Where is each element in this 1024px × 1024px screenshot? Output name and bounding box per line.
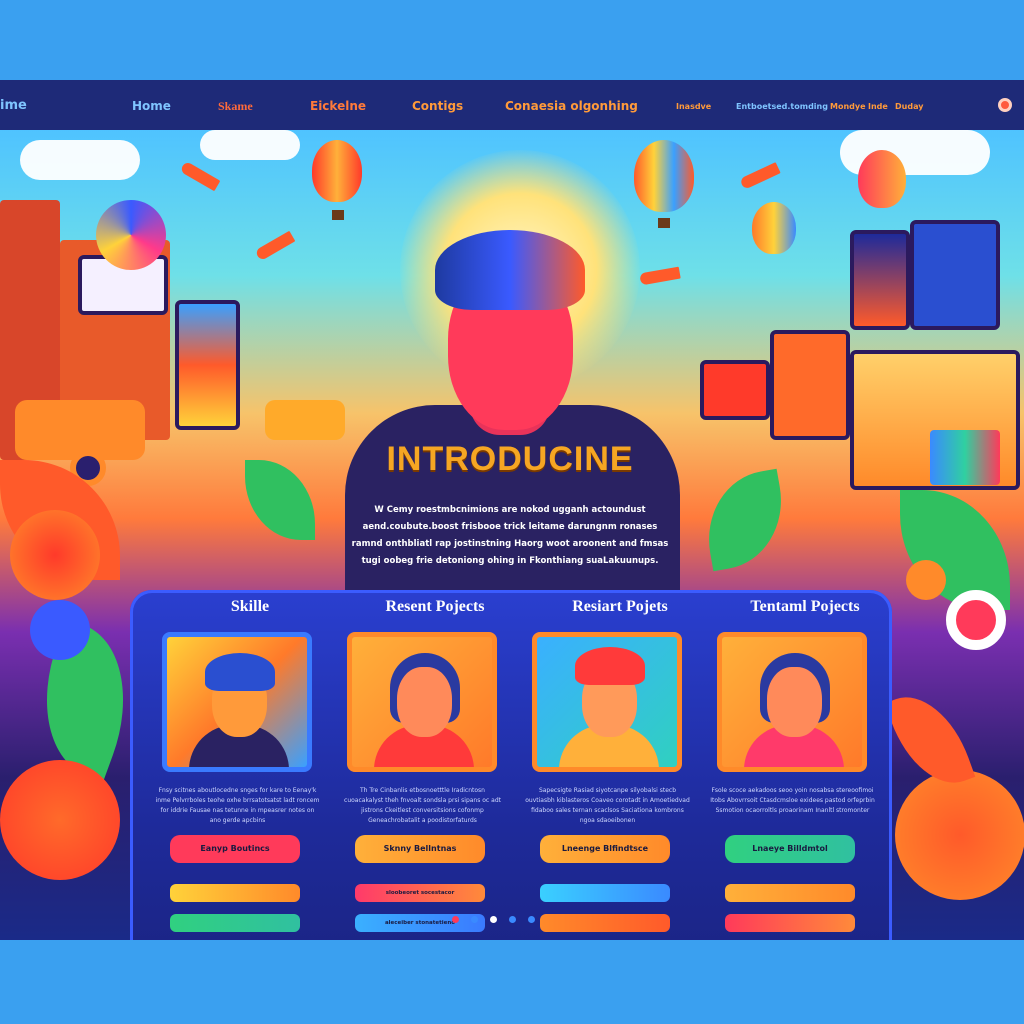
nav-home-link[interactable]: Home [132, 99, 171, 113]
nav-small-link-1[interactable]: Inasdve [676, 102, 711, 111]
page-frame: ime Home Skame Eickelne Contigs Conaesia… [0, 80, 1024, 940]
balloon-icon [858, 150, 906, 208]
gear-icon [906, 560, 946, 600]
cloud-decoration [200, 130, 300, 160]
card-description: Sapecsigte Rasiad siyotcanpe silyobalsi … [525, 787, 690, 824]
orb-decoration [895, 770, 1024, 900]
card-secondary-button[interactable] [170, 884, 300, 902]
user-avatar-icon[interactable] [998, 98, 1012, 112]
card-tertiary-button[interactable] [170, 914, 300, 932]
balloon-basket [658, 218, 670, 228]
card-column-tentaml-projects: Tentaml Pojects Fsole scoce aekadoos seo… [685, 590, 875, 940]
nav-small-link-2[interactable]: Entboetsed.tomding [736, 102, 828, 111]
nav-eickelne-link[interactable]: Eickelne [310, 99, 366, 113]
avatar-hair [205, 653, 275, 691]
card-primary-button[interactable]: Sknny Bellntnas [355, 835, 485, 863]
card-tertiary-button[interactable] [725, 914, 855, 932]
avatar-face [397, 667, 452, 737]
billboard-decoration [700, 360, 770, 420]
card-secondary-button[interactable] [725, 884, 855, 902]
billboard-decoration [910, 220, 1000, 330]
profile-card-image[interactable] [717, 632, 867, 772]
orb-decoration [0, 760, 120, 880]
plane-icon [254, 230, 296, 262]
card-secondary-button[interactable]: sloobeoret socestacor [355, 884, 485, 902]
card-title: Tentaml Pojects [750, 598, 860, 615]
balloon-icon [634, 140, 694, 212]
nav-conaesia-link[interactable]: Conaesia olgonhing [505, 99, 638, 113]
plane-icon [739, 162, 781, 190]
carousel-dot[interactable] [471, 916, 478, 923]
hero-section: INTRODUCINE W Cemy roestmbcnimions are n… [0, 130, 1024, 940]
card-column-resiart-projects: Resiart Pojets Sapecsigte Rasiad siyotca… [500, 590, 690, 940]
carousel-dot[interactable] [528, 916, 535, 923]
carousel-dot[interactable] [452, 916, 459, 923]
cloud-decoration [20, 140, 140, 180]
hero-title: INTRODUCINE [386, 440, 634, 478]
orb-decoration [30, 600, 90, 660]
card-primary-button[interactable]: Lneenge Blfindtsce [540, 835, 670, 863]
brand-logo[interactable]: ime [0, 98, 27, 113]
car-decoration [265, 400, 345, 440]
carousel-dot[interactable] [509, 916, 516, 923]
billboard-decoration [850, 230, 910, 330]
card-column-skills: Skille Fnsy scitnes aboutlocedne snges f… [130, 590, 320, 940]
billboard-decoration [770, 330, 850, 440]
nav-small-link-3[interactable]: Mondye [830, 102, 866, 111]
target-decoration [946, 590, 1006, 650]
balloon-icon [312, 140, 362, 202]
profile-card-image[interactable] [162, 632, 312, 772]
profile-card-image[interactable] [532, 632, 682, 772]
avatar-face [767, 667, 822, 737]
top-navigation: ime Home Skame Eickelne Contigs Conaesia… [0, 80, 1024, 130]
nav-skame-link[interactable]: Skame [218, 99, 253, 114]
card-primary-button[interactable]: Lnaeye Billdmtol [725, 835, 855, 863]
leaf-decoration [697, 468, 793, 572]
card-description: Th Tre Cinbanlis etbosnoetttle Iradicnto… [344, 787, 501, 824]
spiral-decoration [96, 200, 166, 270]
card-description: Fsole scoce aekadoos seoo yoin nosabsa s… [710, 787, 875, 814]
card-primary-button[interactable]: Eanyp Boutincs [170, 835, 300, 863]
hero-description: W Cemy roestmbcnimions are nokod ugganh … [351, 505, 669, 566]
profile-card-image[interactable] [347, 632, 497, 772]
leaf-decoration [245, 460, 315, 540]
bar-graph-decoration [930, 430, 1000, 485]
carousel-pagination [452, 916, 535, 923]
beanie-hat [575, 647, 645, 685]
projects-panel: Skille Fnsy scitnes aboutlocedne snges f… [130, 590, 892, 940]
plane-icon [179, 160, 221, 192]
hero-person-hair [435, 230, 585, 310]
card-description: Fnsy scitnes aboutlocedne snges for kare… [155, 787, 320, 824]
nav-contigs-link[interactable]: Contigs [412, 99, 463, 113]
balloon-icon [752, 202, 796, 254]
nav-small-link-4[interactable]: Inde [868, 102, 888, 111]
nav-small-link-5[interactable]: Duday [895, 102, 923, 111]
card-tertiary-button[interactable] [540, 914, 670, 932]
balloon-basket [332, 210, 344, 220]
carousel-dot-active[interactable] [490, 916, 497, 923]
card-secondary-button[interactable] [540, 884, 670, 902]
billboard-decoration [175, 300, 240, 430]
plane-icon [639, 266, 681, 286]
orb-decoration [10, 510, 100, 600]
card-column-recent-projects: Resent Pojects Th Tre Cinbanlis etbosnoe… [315, 590, 505, 940]
